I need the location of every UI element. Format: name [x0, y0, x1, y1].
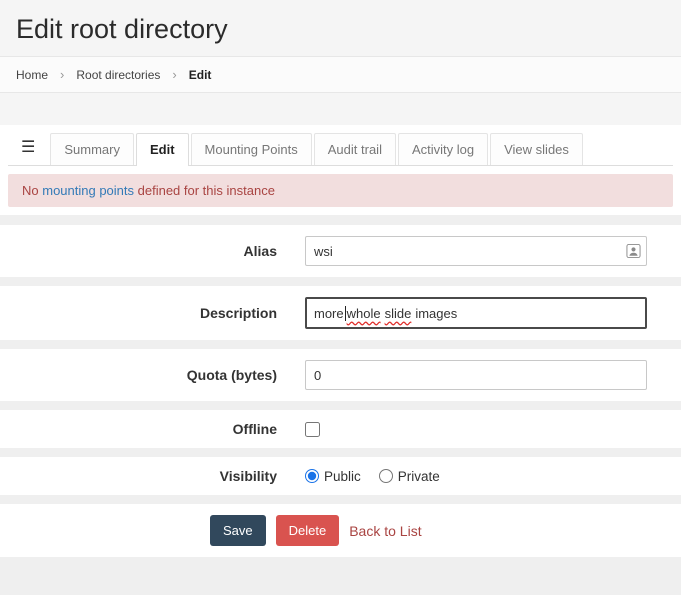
save-button[interactable]: Save — [210, 515, 266, 546]
tab-activity-log[interactable]: Activity log — [398, 133, 488, 165]
alias-row: Alias — [0, 225, 681, 277]
quota-row: Quota (bytes) — [0, 349, 681, 401]
breadcrumb-home[interactable]: Home — [16, 68, 48, 82]
visibility-radio-group: Public Private — [305, 469, 440, 484]
description-input[interactable]: more whole slide images — [305, 297, 647, 329]
text-caret — [345, 306, 346, 321]
breadcrumb-edit: Edit — [189, 68, 212, 82]
delete-button[interactable]: Delete — [276, 515, 340, 546]
tab-view-slides[interactable]: View slides — [490, 133, 583, 165]
offline-label: Offline — [0, 421, 305, 437]
description-label: Description — [0, 305, 305, 321]
description-misspelled-word: whole — [347, 306, 381, 321]
mounting-points-link[interactable]: mounting points — [42, 183, 134, 198]
alias-label: Alias — [0, 243, 305, 259]
form-actions-row: Save Delete Back to List — [0, 504, 681, 557]
visibility-option-private[interactable]: Private — [379, 469, 440, 484]
visibility-row: Visibility Public Private — [0, 457, 681, 495]
warning-banner: No mounting points defined for this inst… — [8, 174, 673, 207]
page-title: Edit root directory — [16, 14, 665, 45]
public-radio[interactable] — [305, 469, 319, 483]
alert-text-prefix: No — [22, 183, 42, 198]
spacer-band — [0, 93, 681, 125]
chevron-right-icon: › — [60, 67, 64, 82]
back-to-list-link[interactable]: Back to List — [349, 523, 421, 539]
description-row: Description more whole slide images — [0, 286, 681, 340]
quota-input[interactable] — [305, 360, 647, 390]
breadcrumb: Home › Root directories › Edit — [0, 56, 681, 93]
offline-row: Offline — [0, 410, 681, 448]
quota-label: Quota (bytes) — [0, 367, 305, 383]
tab-bar: ☰ Summary Edit Mounting Points Audit tra… — [8, 125, 673, 166]
page-header: Edit root directory — [0, 0, 681, 56]
private-radio-label: Private — [398, 469, 440, 484]
description-misspelled-word: slide — [385, 306, 412, 321]
tab-audit-trail[interactable]: Audit trail — [314, 133, 396, 165]
chevron-right-icon: › — [172, 67, 176, 82]
private-radio[interactable] — [379, 469, 393, 483]
tab-mounting-points[interactable]: Mounting Points — [191, 133, 312, 165]
visibility-option-public[interactable]: Public — [305, 469, 361, 484]
main-content: ☰ Summary Edit Mounting Points Audit tra… — [0, 125, 681, 595]
breadcrumb-root-directories[interactable]: Root directories — [76, 68, 160, 82]
autofill-icon[interactable] — [626, 244, 641, 259]
tab-edit[interactable]: Edit — [136, 133, 189, 166]
alert-text-suffix: defined for this instance — [134, 183, 275, 198]
edit-form: Alias Description more whole slide — [0, 215, 681, 595]
description-text: images — [415, 306, 457, 321]
hamburger-icon: ☰ — [21, 139, 35, 156]
menu-button[interactable]: ☰ — [8, 130, 48, 165]
tab-summary[interactable]: Summary — [50, 133, 134, 165]
offline-checkbox[interactable] — [305, 422, 320, 437]
alias-input[interactable] — [305, 236, 647, 266]
public-radio-label: Public — [324, 469, 361, 484]
visibility-label: Visibility — [0, 468, 305, 484]
description-text: more — [314, 306, 344, 321]
